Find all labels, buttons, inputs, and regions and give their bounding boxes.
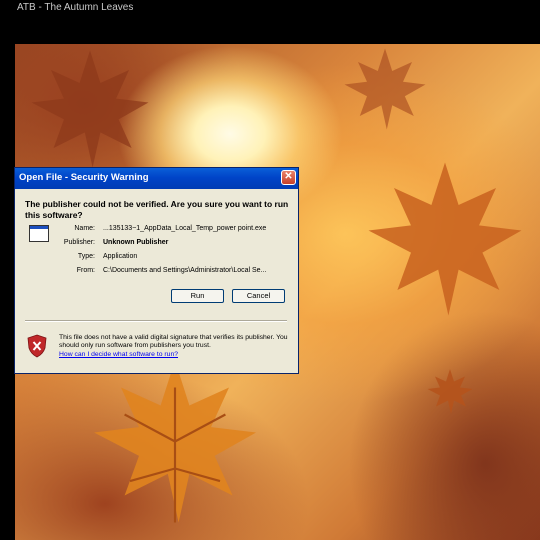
window-title: ATB - The Autumn Leaves <box>17 2 134 13</box>
maple-leaf-icon <box>427 369 473 414</box>
dialog-title: Open File - Security Warning <box>19 172 149 183</box>
footer-message: This file does not have a valid digital … <box>59 334 291 359</box>
help-link[interactable]: How can I decide what software to run? <box>59 351 178 358</box>
publisher-label: Publisher: <box>63 239 95 246</box>
cancel-button[interactable]: Cancel <box>232 289 285 303</box>
window-titlebar: ATB - The Autumn Leaves <box>0 0 540 44</box>
from-value: C:\Documents and Settings\Administrator\… <box>103 267 267 274</box>
close-button[interactable]: ✕ <box>281 170 296 185</box>
divider <box>25 320 287 322</box>
name-label: Name: <box>74 225 95 232</box>
from-label: From: <box>76 267 95 274</box>
maple-leaf-icon <box>368 162 522 316</box>
maple-leaf-icon <box>344 48 426 130</box>
publisher-value: Unknown Publisher <box>103 239 169 246</box>
maple-leaf-icon <box>94 360 256 523</box>
name-value: ...135133~1_AppData_Local_Temp_power poi… <box>103 225 267 232</box>
run-button[interactable]: Run <box>171 289 224 303</box>
type-label: Type: <box>77 253 95 260</box>
shield-warning-icon <box>27 334 47 358</box>
footer-text: This file does not have a valid digital … <box>59 334 288 350</box>
warning-message: The publisher could not be verified. Are… <box>25 199 289 220</box>
publisher-row: Publisher: Unknown Publisher <box>64 239 169 246</box>
close-icon: ✕ <box>284 171 293 182</box>
security-warning-dialog: Open File - Security Warning ✕ The publi… <box>14 167 299 374</box>
type-row: Type: Application <box>78 253 138 260</box>
type-value: Application <box>103 253 138 260</box>
dialog-titlebar[interactable]: Open File - Security Warning ✕ <box>15 168 298 189</box>
maple-leaf-icon <box>31 50 149 168</box>
from-row: From: C:\Documents and Settings\Administ… <box>77 267 267 274</box>
name-row: Name: ...135133~1_AppData_Local_Temp_pow… <box>74 225 267 232</box>
